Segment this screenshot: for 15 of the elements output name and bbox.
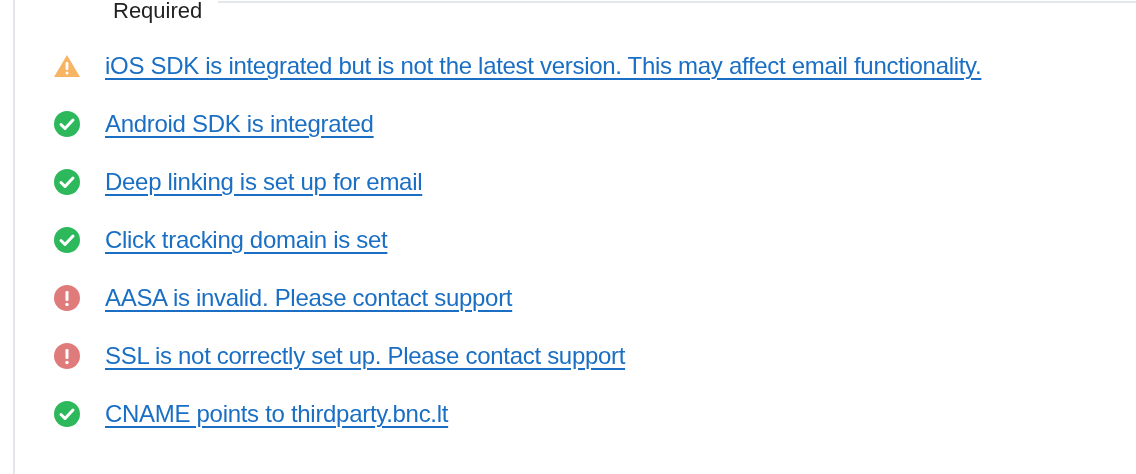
section-legend: Required xyxy=(105,0,211,24)
warning-icon xyxy=(53,54,81,78)
status-link[interactable]: CNAME points to thirdparty.bnc.lt xyxy=(105,396,449,432)
check-circle-icon xyxy=(54,401,80,427)
exclamation-circle-icon xyxy=(54,343,80,369)
status-link[interactable]: SSL is not correctly set up. Please contact support xyxy=(105,338,626,374)
status-link[interactable]: Android SDK is integrated xyxy=(105,106,374,142)
check-circle-icon xyxy=(54,111,80,137)
status-link[interactable]: Deep linking is set up for email xyxy=(105,164,423,200)
status-link[interactable]: iOS SDK is integrated but is not the latest version. This may affect email functionality. xyxy=(105,48,982,84)
status-link[interactable]: Click tracking domain is set xyxy=(105,222,388,258)
status-link[interactable]: AASA is invalid. Please contact support xyxy=(105,280,513,316)
check-circle-icon xyxy=(54,227,80,253)
exclamation-circle-icon xyxy=(54,285,80,311)
check-circle-icon xyxy=(54,169,80,195)
